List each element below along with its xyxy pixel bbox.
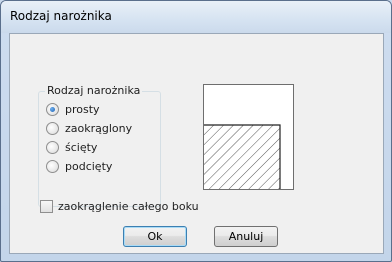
title-bar[interactable]: Rodzaj narożnika (1, 1, 391, 33)
checkbox-label: zaokrąglenie całego boku (58, 200, 199, 213)
radio-prosty[interactable]: prosty (46, 101, 100, 117)
corner-preview-image (204, 124, 281, 189)
radio-label: zaokrąglony (65, 121, 133, 135)
ok-button[interactable]: Ok (123, 226, 187, 247)
cancel-button[interactable]: Anuluj (214, 226, 278, 247)
radio-button[interactable] (46, 159, 59, 173)
corner-preview (203, 84, 294, 190)
hatched-profile (204, 125, 280, 189)
full-side-rounding-option[interactable]: zaokrąglenie całego boku (40, 200, 199, 213)
dialog-window: Rodzaj narożnika Rodzaj narożnika prosty… (0, 0, 392, 262)
checkbox[interactable] (40, 200, 53, 213)
radio-label: podcięty (65, 159, 113, 173)
dialog-body: Rodzaj narożnika prosty zaokrąglony ścię… (9, 33, 384, 254)
radio-podciety[interactable]: podcięty (46, 158, 112, 174)
radio-button[interactable] (46, 140, 59, 154)
radio-label: prosty (65, 102, 100, 116)
radio-zaokraglony[interactable]: zaokrąglony (46, 120, 132, 136)
radio-sciety[interactable]: ścięty (46, 139, 97, 155)
window-title: Rodzaj narożnika (10, 9, 112, 23)
radio-label: ścięty (65, 140, 98, 154)
group-legend: Rodzaj narożnika (45, 84, 143, 97)
corner-type-group: Rodzaj narożnika prosty zaokrąglony ścię… (38, 84, 161, 207)
radio-button[interactable] (46, 121, 59, 135)
radio-button[interactable] (46, 102, 59, 116)
